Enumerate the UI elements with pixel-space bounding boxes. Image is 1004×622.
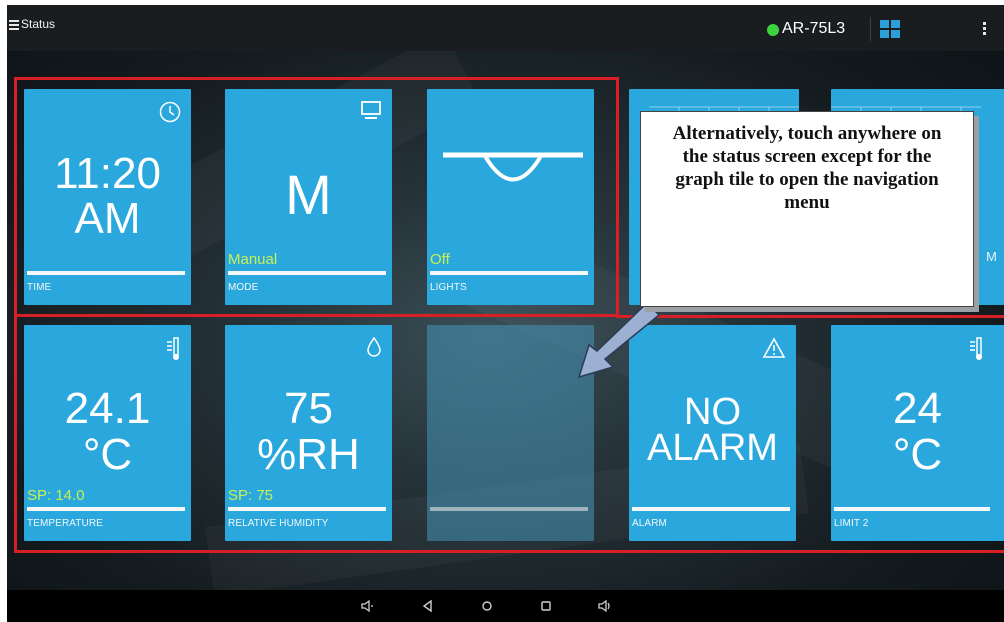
highlight-box-bottom-top-edge [616,315,1004,318]
top-bar: Status AR-75L3 [7,5,1004,51]
highlight-box-bottom [14,315,1004,553]
annotation-callout: Alternatively, touch anywhere on the sta… [640,111,974,307]
device-id: AR-75L3 [782,20,846,37]
overflow-menu-icon[interactable] [983,22,987,38]
back-icon[interactable] [421,599,433,613]
volume-down-icon[interactable] [360,599,374,613]
tablet-screen: Status AR-75L3 11:20 AM TIME M Manual MO… [7,5,1004,622]
volume-up-icon[interactable] [597,599,613,613]
hamburger-menu-icon[interactable] [9,20,19,30]
highlight-box-top [14,77,619,317]
graph-label-fragment: M [986,249,997,264]
system-nav-bar [7,590,1004,622]
recents-icon[interactable] [540,599,552,613]
dashboard-grid-icon[interactable] [880,20,900,38]
connection-status-dot [767,24,779,36]
page-title: Status [21,17,56,31]
home-icon[interactable] [481,599,493,613]
topbar-divider [870,17,871,41]
